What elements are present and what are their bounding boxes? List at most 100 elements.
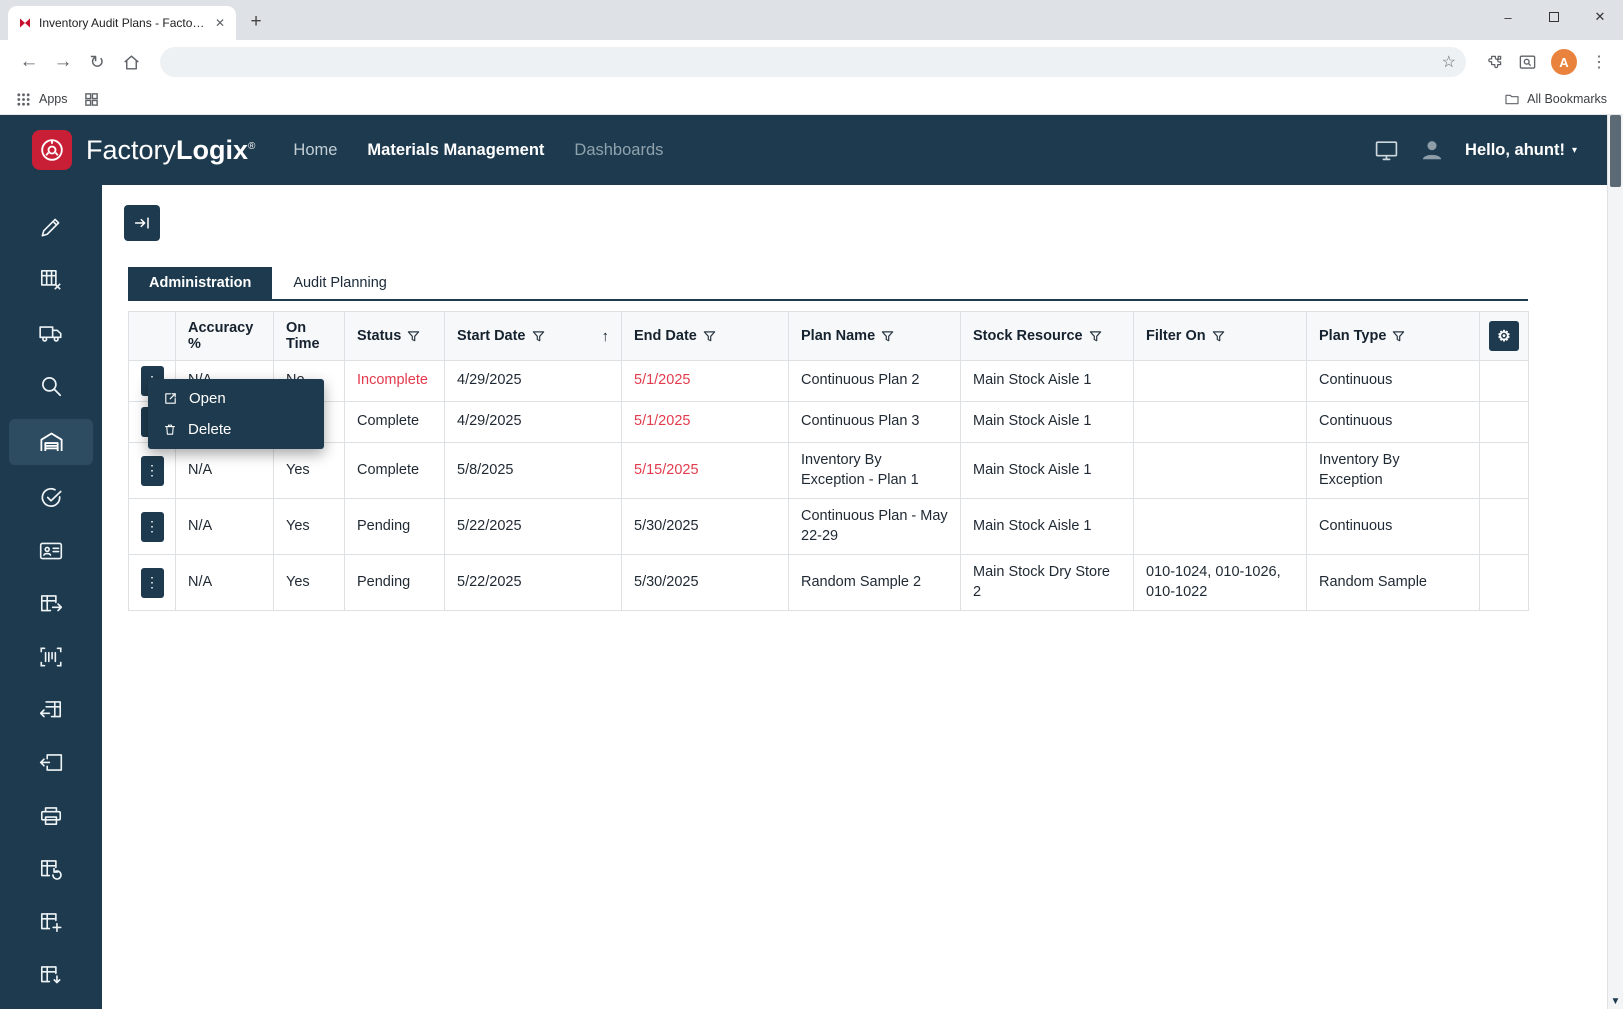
warehouse-icon — [38, 429, 65, 456]
grid-remove-icon — [38, 267, 64, 293]
home-icon[interactable] — [116, 47, 146, 77]
cell-stock-resource: Main Stock Aisle 1 — [961, 402, 1134, 443]
bookmarks-bar: Apps All Bookmarks — [0, 84, 1623, 115]
tab-search-icon[interactable] — [1518, 53, 1537, 72]
table-settings-button[interactable]: ⚙ — [1489, 321, 1519, 351]
sidebar-item-warehouse[interactable] — [9, 419, 93, 465]
filter-funnel-icon[interactable] — [407, 330, 420, 343]
scrollbar-down-arrow[interactable]: ▼ — [1608, 996, 1623, 1007]
sidebar-item-table-download[interactable] — [9, 955, 93, 995]
table-import-icon — [38, 697, 64, 723]
tab-audit-planning[interactable]: Audit Planning — [272, 267, 408, 299]
user-icon[interactable] — [1419, 137, 1445, 163]
row-actions-button[interactable]: ⋮ — [141, 568, 164, 598]
arrow-to-bar-icon — [133, 214, 151, 232]
table-export-icon — [38, 591, 64, 617]
col-status[interactable]: Status — [345, 312, 445, 361]
collapse-panel-button[interactable] — [124, 205, 160, 241]
sidebar-item-edit-plans[interactable] — [9, 207, 93, 247]
browser-menu-icon[interactable]: ⋮ — [1591, 52, 1607, 72]
sidebar-item-table-add[interactable] — [9, 902, 93, 942]
filter-funnel-icon[interactable] — [703, 330, 716, 343]
col-filter-on[interactable]: Filter On — [1134, 312, 1307, 361]
apps-grid-icon[interactable] — [16, 92, 31, 107]
cell-end-date: 5/15/2025 — [622, 443, 789, 499]
address-bar[interactable]: ☆ — [160, 47, 1466, 77]
factorylogix-logo[interactable] — [32, 130, 72, 170]
display-icon[interactable] — [1374, 138, 1399, 163]
site-favicon — [18, 16, 32, 30]
col-accuracy[interactable]: Accuracy % — [176, 312, 274, 361]
cell-accuracy: N/A — [176, 555, 274, 611]
back-icon[interactable]: ← — [14, 47, 44, 77]
col-start-date[interactable]: Start Date↑ — [445, 312, 622, 361]
row-actions-button[interactable]: ⋮ — [141, 456, 164, 486]
col-end-date[interactable]: End Date — [622, 312, 789, 361]
page-tabs: Administration Audit Planning — [128, 267, 1528, 301]
table-header-row: Accuracy % On Time Status Start Date↑ En… — [129, 312, 1529, 361]
extensions-puzzle-icon[interactable] — [1486, 53, 1504, 71]
sidebar-item-table-export[interactable] — [9, 584, 93, 624]
profile-avatar[interactable]: A — [1551, 49, 1577, 75]
nav-materials-management[interactable]: Materials Management — [367, 141, 544, 160]
cell-end-date: 5/1/2025 — [622, 402, 789, 443]
refresh-icon[interactable]: ↻ — [82, 47, 112, 77]
table-row: ⋮ N/A Yes Pending 5/22/2025 5/30/2025 Co… — [129, 499, 1529, 555]
col-stock-resource-label: Stock Resource — [973, 328, 1083, 344]
filter-funnel-icon[interactable] — [1212, 330, 1225, 343]
tab-close-icon[interactable]: ✕ — [212, 15, 228, 31]
col-status-label: Status — [357, 328, 401, 344]
filter-funnel-icon[interactable] — [881, 330, 894, 343]
context-menu-open[interactable]: Open — [148, 383, 324, 414]
col-plan-name-label: Plan Name — [801, 328, 875, 344]
sidebar-item-table-refresh[interactable] — [9, 849, 93, 889]
sidebar-item-audits[interactable] — [9, 478, 93, 518]
sidebar-item-print[interactable] — [9, 796, 93, 836]
col-stock-resource[interactable]: Stock Resource — [961, 312, 1134, 361]
browser-tabstrip: Inventory Audit Plans - FactoryL ✕ + – ✕ — [0, 0, 1623, 40]
sidebar-item-contacts[interactable] — [9, 531, 93, 571]
scrollbar-thumb[interactable] — [1610, 115, 1621, 187]
cell-on-time: Yes — [274, 555, 345, 611]
filter-funnel-icon[interactable] — [1392, 330, 1405, 343]
cell-filter-on: 010-1024, 010-1026, 010-1022 — [1134, 555, 1307, 611]
new-tab-button[interactable]: + — [242, 9, 270, 37]
row-actions-button[interactable]: ⋮ — [141, 512, 164, 542]
col-plan-type[interactable]: Plan Type — [1307, 312, 1480, 361]
sort-asc-icon[interactable]: ↑ — [602, 328, 610, 345]
cell-start-date: 4/29/2025 — [445, 361, 622, 402]
sidebar-item-receive[interactable] — [9, 743, 93, 783]
check-circle-icon — [38, 485, 64, 511]
col-plan-name[interactable]: Plan Name — [789, 312, 961, 361]
sidebar — [0, 185, 102, 1009]
close-button[interactable]: ✕ — [1577, 0, 1623, 34]
pencil-edit-icon — [38, 214, 64, 240]
filter-funnel-icon[interactable] — [1089, 330, 1102, 343]
sidebar-item-table-import[interactable] — [9, 690, 93, 730]
folder-icon — [1504, 91, 1520, 107]
col-on-time[interactable]: On Time — [274, 312, 345, 361]
sidebar-item-search-parts[interactable] — [9, 366, 93, 406]
sidebar-item-barcode[interactable] — [9, 637, 93, 677]
address-input[interactable] — [174, 55, 1442, 70]
tab-title: Inventory Audit Plans - FactoryL — [39, 16, 205, 30]
nav-dashboards[interactable]: Dashboards — [574, 141, 663, 160]
cell-filter-on — [1134, 361, 1307, 402]
all-bookmarks-button[interactable]: All Bookmarks — [1504, 91, 1607, 107]
sidebar-item-shipping[interactable] — [9, 313, 93, 353]
filter-funnel-icon[interactable] — [532, 330, 545, 343]
page-scrollbar[interactable]: ▼ — [1607, 115, 1623, 1009]
grid-bookmark-icon[interactable] — [84, 92, 99, 107]
browser-tab[interactable]: Inventory Audit Plans - FactoryL ✕ — [8, 6, 236, 40]
minimize-button[interactable]: – — [1485, 0, 1531, 34]
forward-icon[interactable]: → — [48, 47, 78, 77]
bookmark-star-icon[interactable]: ☆ — [1442, 52, 1456, 72]
col-plan-type-label: Plan Type — [1319, 328, 1386, 344]
context-menu-delete[interactable]: Delete — [148, 414, 324, 445]
cell-plan-type: Continuous — [1307, 402, 1480, 443]
user-greeting[interactable]: Hello, ahunt! ▾ — [1465, 141, 1577, 160]
sidebar-item-kitting[interactable] — [9, 260, 93, 300]
nav-home[interactable]: Home — [293, 141, 337, 160]
tab-administration[interactable]: Administration — [128, 267, 272, 299]
maximize-button[interactable] — [1531, 0, 1577, 34]
